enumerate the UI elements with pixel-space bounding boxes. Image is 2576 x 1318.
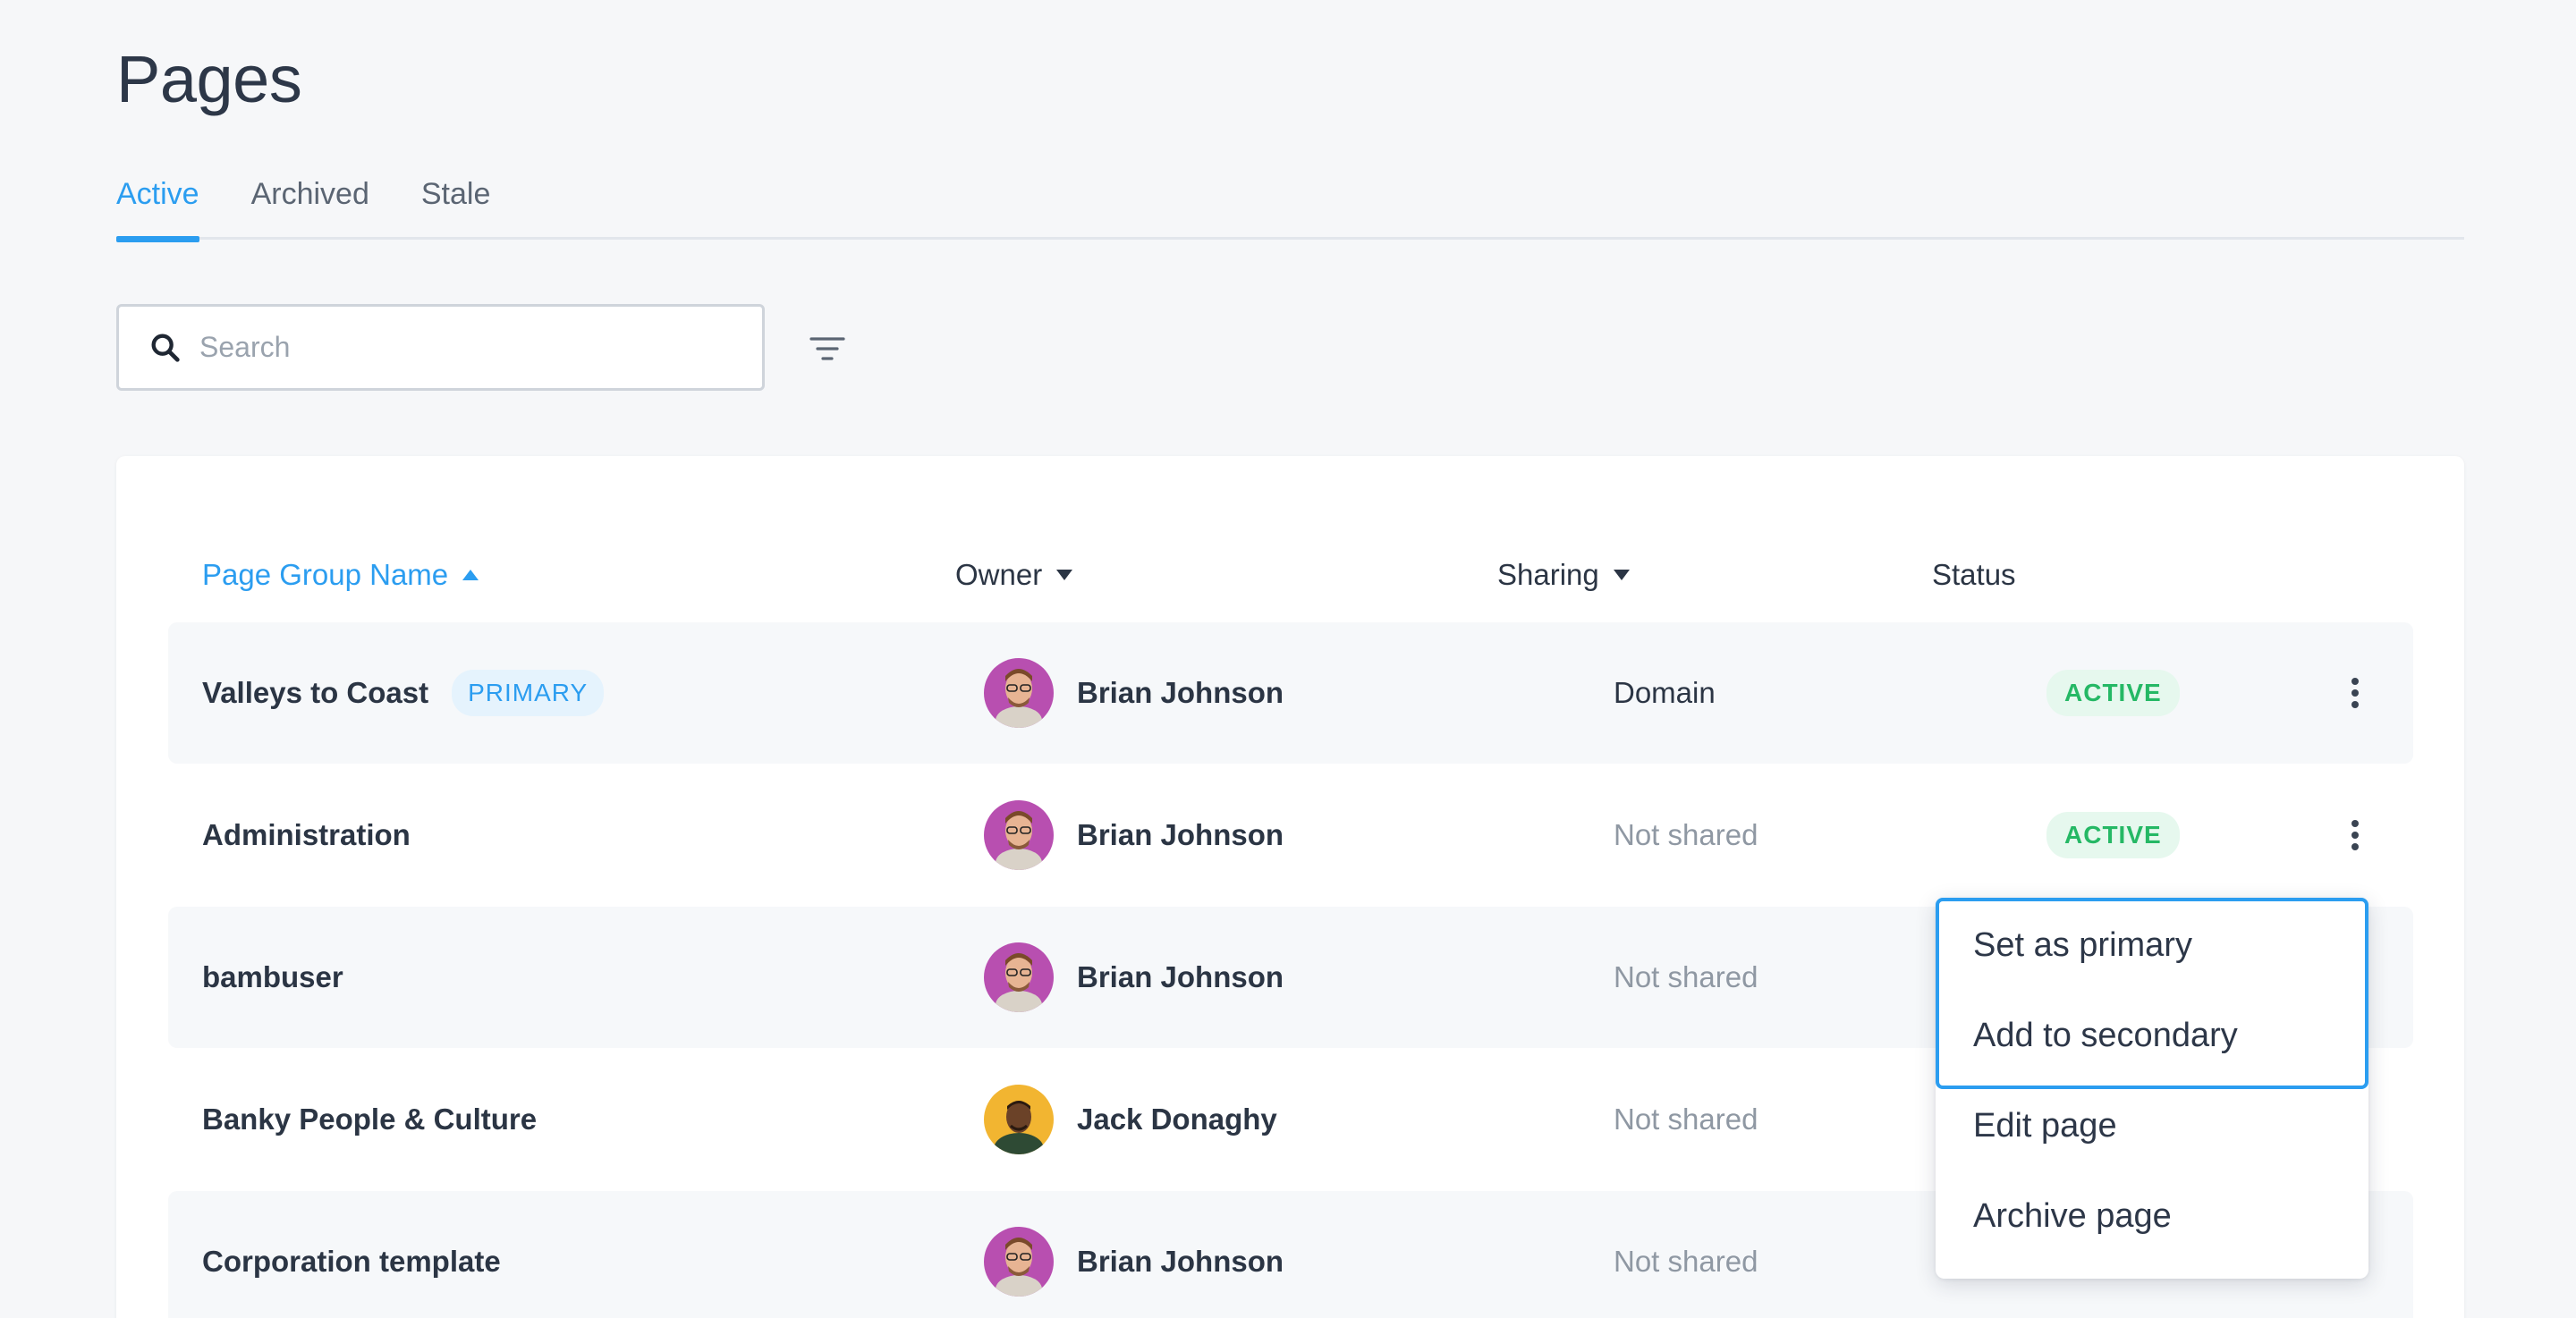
primary-badge: PRIMARY bbox=[452, 670, 605, 716]
sharing-cell: Domain bbox=[1614, 676, 1716, 709]
page-group-name: bambuser bbox=[202, 960, 343, 993]
tab-archived[interactable]: Archived bbox=[251, 168, 369, 240]
column-header-sharing[interactable]: Sharing bbox=[1497, 535, 1630, 615]
page-group-name: Valleys to Coast PRIMARY bbox=[202, 622, 605, 764]
page-group-name: Administration bbox=[202, 818, 411, 851]
sort-ascending-icon bbox=[462, 570, 479, 580]
menu-item-add-secondary[interactable]: Add to secondary bbox=[1973, 1017, 2238, 1055]
sharing-cell: Not shared bbox=[1614, 818, 1758, 851]
owner-cell: Brian Johnson bbox=[984, 765, 1284, 906]
status-cell: ACTIVE bbox=[2046, 765, 2180, 906]
column-header-name[interactable]: Page Group Name bbox=[202, 535, 479, 615]
tab-stale[interactable]: Stale bbox=[421, 168, 491, 240]
sharing-cell: Not shared bbox=[1614, 960, 1758, 993]
column-header-status: Status bbox=[1932, 558, 2016, 591]
menu-item-set-primary[interactable]: Set as primary bbox=[1973, 926, 2192, 965]
table-row[interactable]: Administration Brian Johnson Not shared … bbox=[168, 765, 2413, 906]
chevron-down-icon bbox=[1056, 570, 1073, 580]
avatar bbox=[984, 1227, 1054, 1297]
row-actions-menu: Set as primary Add to secondary Edit pag… bbox=[1936, 898, 2368, 1279]
table-row[interactable]: Valleys to Coast PRIMARY Brian Johnson D… bbox=[168, 622, 2413, 764]
column-header-owner[interactable]: Owner bbox=[955, 535, 1073, 615]
filter-icon bbox=[809, 337, 845, 360]
sharing-cell: Not shared bbox=[1614, 1103, 1758, 1136]
search-input[interactable] bbox=[199, 331, 700, 364]
avatar bbox=[984, 658, 1054, 728]
search-icon bbox=[151, 334, 180, 362]
status-badge: ACTIVE bbox=[2046, 812, 2180, 858]
avatar bbox=[984, 1085, 1054, 1154]
owner-cell: Brian Johnson bbox=[984, 622, 1284, 764]
more-vertical-icon bbox=[2351, 678, 2359, 708]
table-header: Page Group Name Owner Sharing Status bbox=[116, 535, 2464, 615]
status-badge: ACTIVE bbox=[2046, 670, 2180, 716]
menu-item-archive-page[interactable]: Archive page bbox=[1973, 1197, 2172, 1236]
row-actions-button[interactable] bbox=[2333, 813, 2377, 858]
row-actions-button[interactable] bbox=[2333, 671, 2377, 715]
page-group-name: Banky People & Culture bbox=[202, 1103, 538, 1136]
search-box bbox=[116, 304, 765, 391]
page-title: Pages bbox=[116, 42, 302, 116]
tab-active[interactable]: Active bbox=[116, 168, 199, 242]
sharing-cell: Not shared bbox=[1614, 1245, 1758, 1278]
owner-cell: Jack Donaghy bbox=[984, 1049, 1277, 1190]
owner-cell: Brian Johnson bbox=[984, 1191, 1284, 1318]
status-cell: ACTIVE bbox=[2046, 622, 2180, 764]
page-group-name: Corporation template bbox=[202, 1245, 501, 1278]
chevron-down-icon bbox=[1613, 570, 1630, 580]
tab-bar: Active Archived Stale bbox=[116, 168, 2464, 242]
menu-item-edit-page[interactable]: Edit page bbox=[1973, 1107, 2117, 1145]
avatar bbox=[984, 800, 1054, 870]
filter-button[interactable] bbox=[805, 326, 850, 371]
owner-cell: Brian Johnson bbox=[984, 907, 1284, 1048]
avatar bbox=[984, 942, 1054, 1012]
more-vertical-icon bbox=[2351, 820, 2359, 850]
